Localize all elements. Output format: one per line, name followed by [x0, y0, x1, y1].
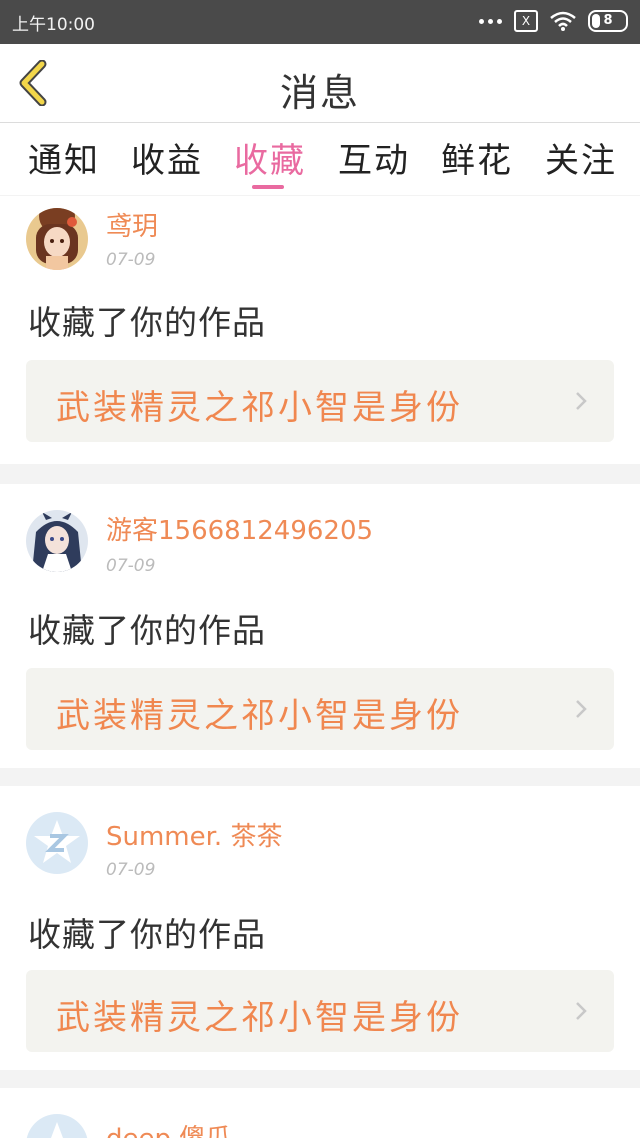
message-action: 收藏了你的作品 [28, 915, 266, 954]
user-name[interactable]: 鸢玥 [106, 206, 158, 243]
user-avatar[interactable] [26, 510, 88, 572]
tab-follows[interactable]: 关注 [545, 133, 617, 182]
battery-level: 8 [603, 13, 613, 28]
message-date: 07-09 [106, 556, 156, 576]
status-time: 上午10:00 [12, 15, 95, 35]
more-dots-icon [479, 18, 502, 24]
tab-earnings[interactable]: 收益 [131, 133, 203, 182]
tab-flowers[interactable]: 鲜花 [441, 133, 513, 182]
tab-favorites[interactable]: 收藏 [234, 133, 306, 182]
message-date: 07-09 [106, 860, 156, 880]
sim-card-icon: X [514, 10, 538, 32]
battery-icon: 8 [588, 10, 628, 32]
work-link[interactable]: 武装精灵之祁小智是身份 [26, 970, 614, 1052]
chevron-right-icon [576, 1002, 587, 1020]
work-link[interactable]: 武装精灵之祁小智是身份 [26, 360, 614, 442]
tab-bar: 通知 收益 收藏 互动 鲜花 关注 [0, 123, 640, 195]
user-name[interactable]: deep 傻瓜 [106, 1118, 231, 1138]
header: 消息 [0, 44, 640, 123]
message-card: deep 傻瓜 [0, 1088, 640, 1138]
user-name[interactable]: 游客1566812496205 [106, 510, 373, 547]
tab-notifications[interactable]: 通知 [28, 133, 100, 182]
tab-interactions[interactable]: 互动 [338, 133, 410, 182]
message-date: 07-09 [106, 250, 156, 270]
chevron-right-icon [576, 700, 587, 718]
user-avatar[interactable] [26, 208, 88, 270]
active-tab-indicator [252, 185, 284, 189]
work-title: 武装精灵之祁小智是身份 [56, 388, 463, 428]
chevron-right-icon [576, 392, 587, 410]
work-title: 武装精灵之祁小智是身份 [56, 696, 463, 736]
user-name[interactable]: Summer. 茶茶 [106, 816, 282, 853]
message-action: 收藏了你的作品 [28, 303, 266, 342]
message-card: 鸢玥 07-09 收藏了你的作品 武装精灵之祁小智是身份 [0, 196, 640, 464]
message-card: 游客1566812496205 07-09 收藏了你的作品 武装精灵之祁小智是身… [0, 484, 640, 768]
user-avatar[interactable] [26, 812, 88, 874]
message-action: 收藏了你的作品 [28, 611, 266, 650]
user-avatar[interactable] [26, 1114, 88, 1138]
status-icons: X 8 [479, 10, 628, 32]
status-bar: 上午10:00 X 8 [0, 0, 640, 44]
page-title: 消息 [279, 71, 360, 115]
message-card: Summer. 茶茶 07-09 收藏了你的作品 武装精灵之祁小智是身份 [0, 786, 640, 1070]
work-link[interactable]: 武装精灵之祁小智是身份 [26, 668, 614, 750]
wifi-icon [550, 11, 576, 31]
work-title: 武装精灵之祁小智是身份 [56, 998, 463, 1038]
